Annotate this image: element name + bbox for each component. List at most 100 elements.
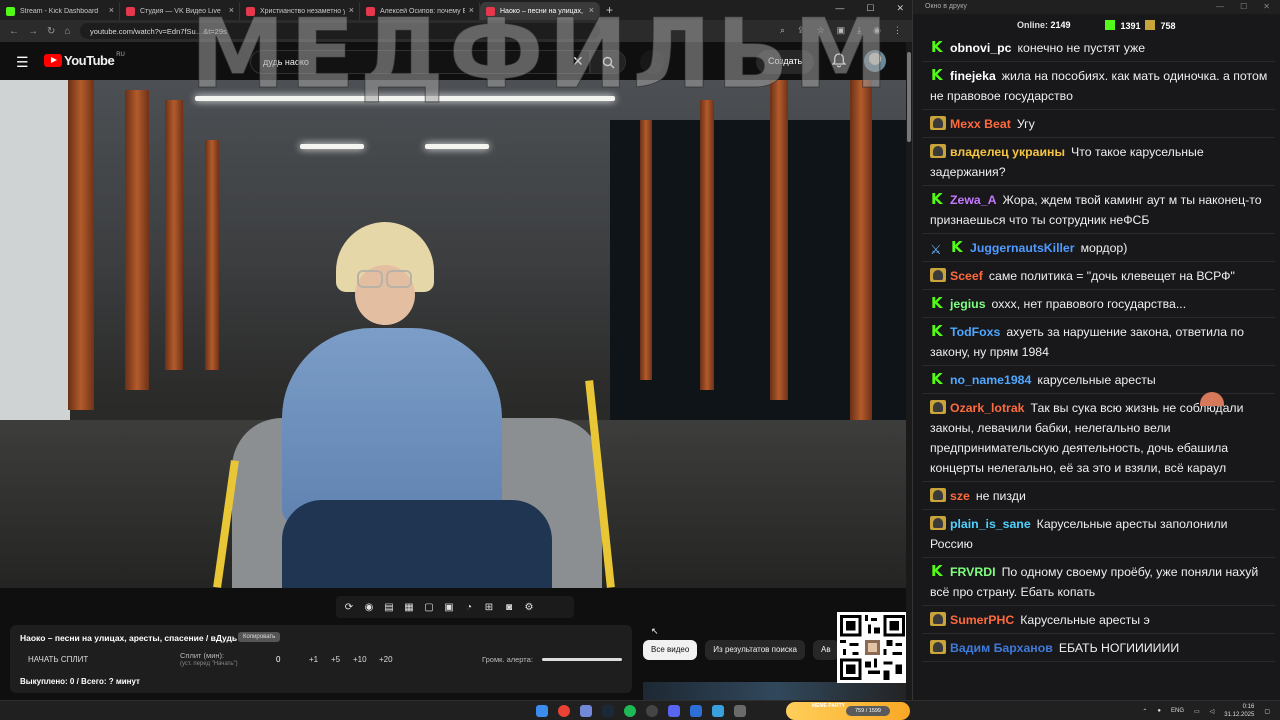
tab-close-icon[interactable]: × bbox=[349, 5, 354, 15]
chat-username[interactable]: JuggernautsKiller bbox=[970, 241, 1075, 255]
chat-username[interactable]: FRVRDI bbox=[950, 565, 996, 579]
zoom-icon[interactable]: ⌕ bbox=[780, 25, 785, 36]
fullscreen-icon[interactable]: ▢ bbox=[422, 600, 436, 614]
network-icon[interactable]: ▭ bbox=[1194, 708, 1200, 715]
voice-search-button[interactable] bbox=[640, 50, 664, 74]
watch-later-icon[interactable]: ▤ bbox=[382, 600, 396, 614]
chat-username[interactable]: TodFoxs bbox=[950, 325, 1000, 339]
url-field[interactable]: youtube.com/watch?v=Edn7fSu…&t=29s bbox=[80, 23, 600, 39]
share-icon[interactable]: ⇪ bbox=[797, 25, 805, 36]
forward-icon[interactable]: → bbox=[28, 26, 38, 37]
close-icon[interactable]: ✕ bbox=[1263, 2, 1270, 11]
chat-username[interactable]: sze bbox=[950, 489, 970, 503]
copy-button[interactable]: Копировать bbox=[238, 632, 281, 642]
step-button[interactable]: +1 bbox=[309, 655, 318, 664]
step-button[interactable]: +5 bbox=[331, 655, 340, 664]
chip-from-search[interactable]: Из результатов поиска bbox=[705, 640, 805, 660]
volume-icon[interactable]: ◁ bbox=[1210, 708, 1215, 715]
vk-favicon-icon bbox=[126, 6, 135, 16]
maximize-icon[interactable]: ☐ bbox=[1240, 2, 1247, 11]
bookmark-star-icon[interactable]: ☆ bbox=[817, 25, 825, 36]
notifications-bell-icon[interactable] bbox=[832, 53, 846, 68]
new-tab-icon[interactable]: + bbox=[606, 3, 613, 17]
alert-volume-slider[interactable] bbox=[542, 658, 622, 661]
home-icon[interactable]: ⌂ bbox=[64, 26, 70, 37]
maximize-icon[interactable]: ☐ bbox=[866, 3, 874, 14]
discord-icon[interactable] bbox=[580, 705, 592, 717]
back-icon[interactable]: ← bbox=[9, 26, 19, 37]
screenshot-icon[interactable]: ◙ bbox=[502, 600, 516, 614]
reload-icon[interactable]: ↻ bbox=[47, 26, 55, 37]
chat-message-text: ЕБАТЬ НОГИИИИИИ bbox=[1058, 641, 1180, 655]
spotify-icon[interactable] bbox=[624, 705, 636, 717]
pip-icon[interactable]: ▣ bbox=[442, 600, 456, 614]
minimize-icon[interactable]: — bbox=[835, 3, 844, 14]
clip-icon[interactable]: ▦ bbox=[402, 600, 416, 614]
speed-icon[interactable]: ◔ bbox=[462, 600, 476, 614]
app-icon[interactable] bbox=[734, 705, 746, 717]
user-avatar[interactable] bbox=[864, 50, 886, 72]
steam-icon[interactable] bbox=[602, 705, 614, 717]
hamburger-menu-icon[interactable]: ☰ bbox=[16, 54, 29, 71]
tab-close-icon[interactable]: × bbox=[229, 5, 234, 15]
chat-message-list[interactable]: obnovi_pc конечно не пустят уже finejekaжи… bbox=[913, 36, 1280, 700]
telegram-icon[interactable] bbox=[712, 705, 724, 717]
chat-username[interactable]: no_name1984 bbox=[950, 373, 1031, 387]
start-windows-icon[interactable] bbox=[536, 705, 548, 717]
tray-chevron-icon[interactable]: ⌃ bbox=[1142, 708, 1147, 715]
youtube-logo[interactable]: YouTube RU bbox=[44, 52, 125, 68]
chat-username[interactable]: Zewa_A bbox=[950, 193, 996, 207]
create-button[interactable]: Создать bbox=[756, 50, 815, 74]
tab-youtube-1[interactable]: Христианство незаметно уходит × bbox=[240, 2, 360, 20]
clock[interactable]: 0:16 31.12.2025 bbox=[1224, 703, 1254, 719]
extension-icon[interactable]: ▣ bbox=[837, 25, 846, 36]
chat-username[interactable]: Mexx Beat bbox=[950, 117, 1011, 131]
download-icon[interactable]: ⤓ bbox=[857, 25, 861, 36]
app-icon[interactable] bbox=[690, 705, 702, 717]
tab-close-icon[interactable]: × bbox=[109, 5, 114, 15]
settings-gear-icon[interactable]: ⚙ bbox=[522, 600, 536, 614]
tab-vk-studio[interactable]: Студия — VK Видео Live × bbox=[120, 2, 240, 20]
chat-username[interactable]: Вадим Барханов bbox=[950, 641, 1053, 655]
language-indicator[interactable]: ENG bbox=[1171, 708, 1184, 714]
search-input[interactable]: дудь наоко bbox=[250, 50, 590, 74]
add-icon[interactable]: ⊞ bbox=[482, 600, 496, 614]
start-split-button[interactable]: НАЧАТЬ СПЛИТ bbox=[28, 655, 88, 664]
meme-party-widget[interactable]: MEME PARTY 759 / 1599 bbox=[786, 702, 910, 720]
tab-close-icon[interactable]: × bbox=[469, 5, 474, 15]
close-icon[interactable]: ✕ bbox=[896, 3, 904, 14]
tab-youtube-active[interactable]: Наоко – песни на улицах, × bbox=[480, 2, 600, 20]
tab-close-icon[interactable]: × bbox=[589, 5, 594, 15]
vk-badge-icon bbox=[930, 116, 946, 130]
notifications-icon[interactable]: ▢ bbox=[1264, 708, 1270, 715]
chip-author[interactable]: Ав bbox=[813, 640, 839, 660]
chat-username[interactable]: SumerPHC bbox=[950, 613, 1014, 627]
split-value[interactable]: 0 bbox=[276, 655, 280, 664]
chip-all-videos[interactable]: Все видео bbox=[643, 640, 698, 660]
chat-username[interactable]: finejeka bbox=[950, 69, 996, 83]
chat-username[interactable]: plain_is_sane bbox=[950, 517, 1031, 531]
chat-username[interactable]: jegius bbox=[950, 297, 986, 311]
step-button[interactable]: +10 bbox=[353, 655, 367, 664]
chat-username[interactable]: владелец украины bbox=[950, 145, 1065, 159]
obs-icon[interactable] bbox=[646, 705, 658, 717]
video-player[interactable] bbox=[0, 80, 906, 588]
online-counter: Online: 2149 bbox=[1017, 20, 1071, 30]
tab-youtube-2[interactable]: Алексей Осипов: почему Бог × bbox=[360, 2, 480, 20]
scrollbar-thumb[interactable] bbox=[907, 52, 911, 142]
minimize-icon[interactable]: — bbox=[1216, 2, 1224, 11]
app-icon[interactable] bbox=[668, 705, 680, 717]
chrome-icon[interactable] bbox=[558, 705, 570, 717]
chat-username[interactable]: obnovi_pc bbox=[950, 41, 1012, 55]
profile-icon[interactable]: ◉ bbox=[873, 25, 881, 36]
menu-dots-icon[interactable]: ⋮ bbox=[893, 25, 902, 36]
tab-kick-dashboard[interactable]: Stream - Kick Dashboard × bbox=[0, 2, 120, 20]
chat-username[interactable]: Ozark_lotrak bbox=[950, 401, 1025, 415]
chat-username[interactable]: Sceef bbox=[950, 269, 983, 283]
clear-search-icon[interactable]: ✕ bbox=[572, 53, 584, 70]
search-button[interactable] bbox=[590, 50, 626, 74]
step-button[interactable]: +20 bbox=[379, 655, 393, 664]
loop-icon[interactable]: ⟳ bbox=[342, 600, 356, 614]
mic-icon[interactable]: ● bbox=[1157, 708, 1161, 714]
broadcast-icon[interactable]: ◉ bbox=[362, 600, 376, 614]
